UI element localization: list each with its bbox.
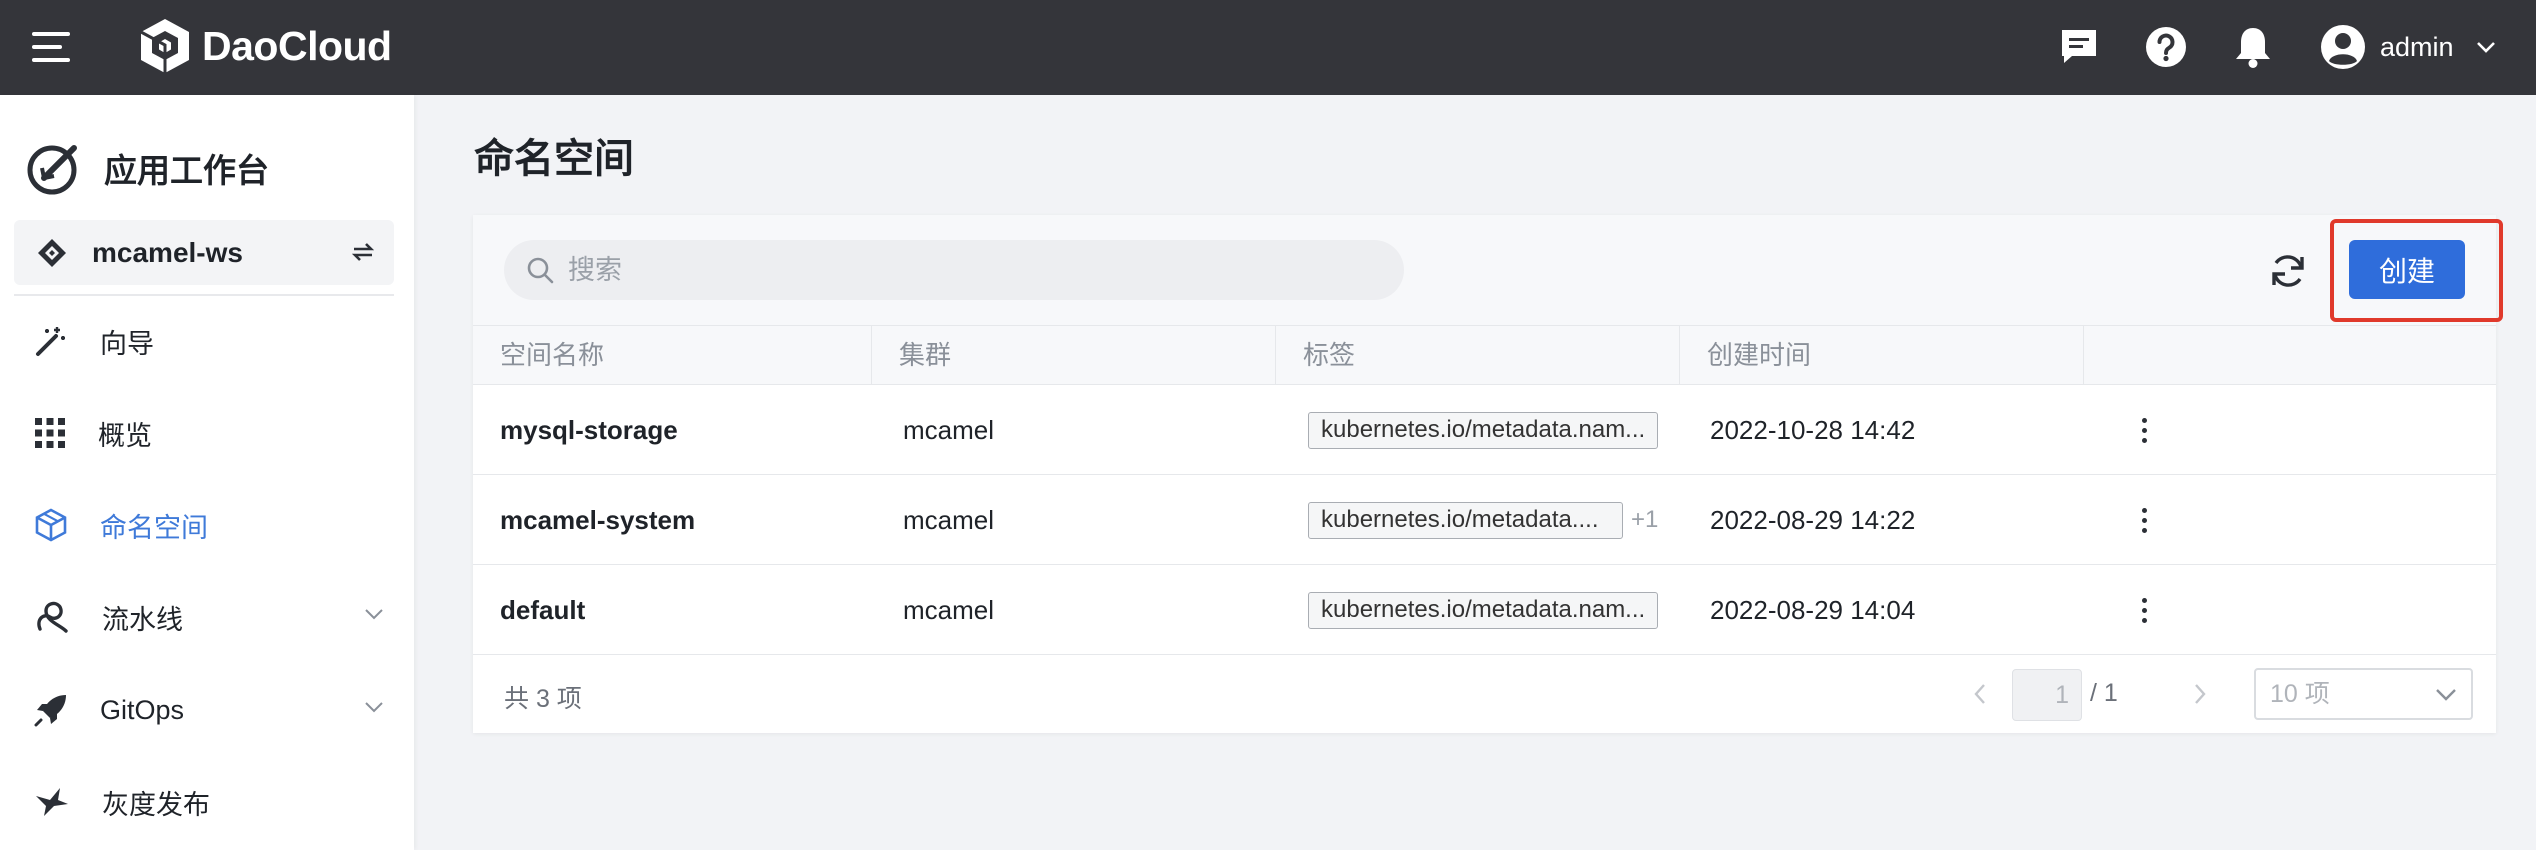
chevron-left-icon[interactable] (1973, 683, 1987, 705)
sidebar: 应用工作台 mcamel-ws 向导 概览 命名空间 流水线 GitOps 灰度… (0, 95, 414, 850)
namespace-table-card: 创建 空间名称 集群 标签 创建时间 mysql-storage mcamel … (473, 215, 2503, 733)
message-icon[interactable] (2056, 24, 2102, 70)
sidebar-item-label: 流水线 (102, 604, 183, 635)
search-icon (527, 257, 554, 284)
namespace-name-link[interactable]: mysql-storage (473, 385, 678, 475)
table-row: default mcamel kubernetes.io/metadata.na… (473, 565, 2496, 655)
created-time-cell: 2022-08-29 14:04 (1710, 595, 1916, 625)
bird-icon (36, 788, 68, 816)
wand-icon (36, 327, 65, 356)
refresh-icon[interactable] (2267, 250, 2309, 292)
chevron-down-icon (365, 702, 383, 713)
total-pages: / 1 (2090, 679, 2118, 707)
sidebar-item-gitops[interactable]: GitOps (0, 675, 414, 745)
column-header-labels[interactable]: 标签 (1276, 326, 1680, 384)
daocloud-logo-icon (140, 19, 189, 73)
sidebar-item-label: 命名空间 (100, 512, 208, 543)
page-number-input[interactable]: 1 (2012, 669, 2082, 721)
sidebar-divider (14, 294, 394, 296)
label-tag: kubernetes.io/metadata.nam... (1308, 592, 1658, 629)
cluster-cell: mcamel (903, 505, 995, 535)
workspace-name: mcamel-ws (92, 236, 243, 268)
table-toolbar: 创建 (473, 215, 2503, 325)
cube-icon (35, 508, 67, 542)
search-input[interactable] (568, 254, 1368, 286)
namespace-name-link[interactable]: default (473, 565, 585, 655)
workbench-icon (27, 145, 77, 195)
grid-icon (35, 418, 65, 448)
sidebar-item-overview[interactable]: 概览 (0, 398, 414, 468)
page-size-select[interactable]: 10 项 (2254, 668, 2473, 720)
created-time-cell: 2022-10-28 14:42 (1710, 415, 1916, 445)
page-title: 命名空间 (474, 137, 634, 181)
top-bar: DaoCloud admin (0, 0, 2536, 95)
more-labels-count[interactable]: +1 (1631, 475, 1658, 565)
column-header-name[interactable]: 空间名称 (473, 326, 872, 384)
chevron-down-icon (2436, 689, 2456, 701)
workspace-selector[interactable]: mcamel-ws (14, 220, 394, 285)
sidebar-item-label: 概览 (98, 420, 152, 451)
app-title: 应用工作台 (26, 138, 269, 198)
help-icon[interactable] (2143, 24, 2189, 70)
cluster-cell: mcamel (903, 595, 995, 625)
user-name: admin (2380, 31, 2454, 62)
hamburger-menu-icon[interactable] (32, 32, 70, 62)
user-avatar-icon (2321, 25, 2365, 69)
sidebar-item-guide[interactable]: 向导 (0, 306, 414, 376)
table-header: 空间名称 集群 标签 创建时间 (473, 325, 2496, 385)
sidebar-item-label: 灰度发布 (102, 789, 210, 820)
brand-logo[interactable]: DaoCloud (138, 16, 392, 76)
sidebar-item-label: GitOps (100, 694, 185, 725)
cluster-cell: mcamel (903, 415, 995, 445)
pagination-bar: 共 3 项 1 / 1 10 项 (473, 655, 2496, 733)
switch-icon[interactable] (350, 240, 376, 264)
label-tag: kubernetes.io/metadata.... (1308, 502, 1623, 539)
table-row: mcamel-system mcamel kubernetes.io/metad… (473, 475, 2496, 565)
chevron-right-icon[interactable] (2193, 683, 2207, 705)
table-row: mysql-storage mcamel kubernetes.io/metad… (473, 385, 2496, 475)
more-actions-icon[interactable] (2139, 418, 2149, 444)
chevron-down-icon (365, 609, 383, 620)
chevron-down-icon (2476, 42, 2495, 53)
workspace-icon (38, 238, 66, 267)
rocket-icon (34, 695, 66, 727)
sidebar-item-canary-release[interactable]: 灰度发布 (0, 767, 414, 837)
search-box[interactable] (504, 240, 1404, 300)
app-title-text: 应用工作台 (104, 152, 269, 189)
created-time-cell: 2022-08-29 14:22 (1710, 505, 1916, 535)
total-count: 共 3 项 (504, 685, 582, 713)
page-size-value: 10 项 (2270, 680, 2330, 708)
brand-name: DaoCloud (202, 22, 392, 69)
sidebar-item-namespace[interactable]: 命名空间 (0, 490, 414, 560)
label-tag: kubernetes.io/metadata.nam... (1308, 412, 1658, 449)
user-menu[interactable]: admin (2320, 22, 2496, 72)
sidebar-item-label: 向导 (100, 328, 154, 359)
more-actions-icon[interactable] (2139, 598, 2149, 624)
more-actions-icon[interactable] (2139, 508, 2149, 534)
create-button[interactable]: 创建 (2349, 240, 2465, 299)
column-header-created-time[interactable]: 创建时间 (1680, 326, 2084, 384)
column-header-cluster[interactable]: 集群 (872, 326, 1276, 384)
sidebar-item-pipeline[interactable]: 流水线 (0, 582, 414, 652)
column-header-actions (2084, 326, 2496, 384)
pipeline-icon (37, 601, 68, 633)
namespace-name-link[interactable]: mcamel-system (473, 475, 695, 565)
bell-icon[interactable] (2230, 24, 2276, 70)
